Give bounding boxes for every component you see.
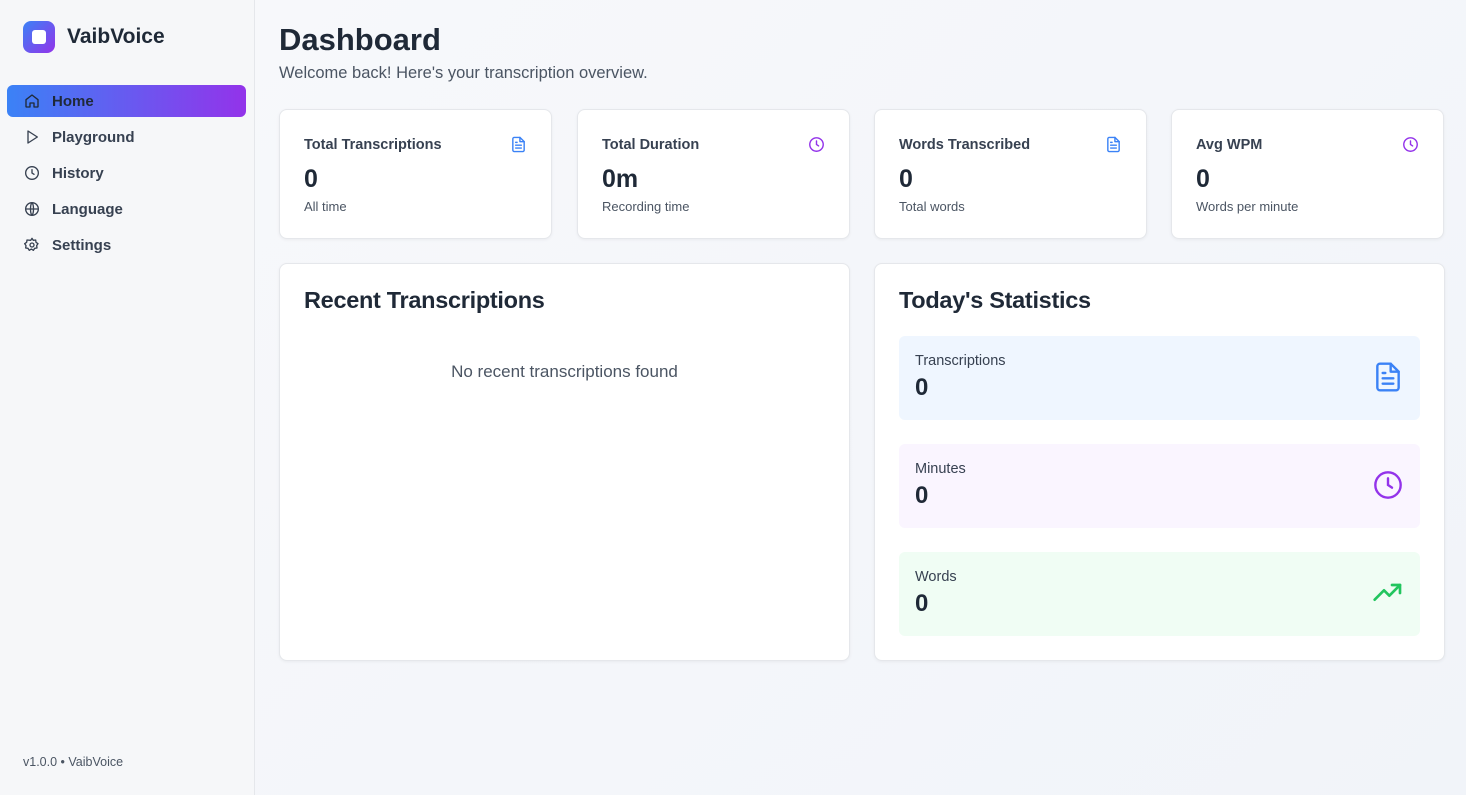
today-stat-label: Minutes (915, 461, 966, 477)
clock-icon (1402, 136, 1419, 153)
sidebar-item-label: Settings (52, 236, 112, 254)
clock-icon (1372, 469, 1404, 501)
stat-label: Words Transcribed (899, 137, 1031, 153)
globe-icon (23, 201, 40, 218)
today-transcriptions-box: Transcriptions 0 (899, 336, 1420, 420)
sidebar-item-history[interactable]: History (7, 157, 246, 189)
clock-icon (23, 165, 40, 182)
gear-icon (23, 237, 40, 254)
clock-icon (808, 136, 825, 153)
panel-title: Recent Transcriptions (304, 287, 545, 313)
today-statistics-panel: Today's Statistics Transcriptions 0 Minu… (874, 263, 1445, 661)
sidebar-item-settings[interactable]: Settings (7, 229, 246, 261)
play-icon (23, 129, 40, 146)
page-subtitle: Welcome back! Here's your transcription … (279, 64, 648, 82)
today-words-box: Words 0 (899, 552, 1420, 636)
sidebar-item-home[interactable]: Home (7, 85, 246, 117)
document-icon (510, 136, 527, 153)
sidebar-item-label: Playground (52, 128, 135, 146)
sidebar: VaibVoice Home Playground History Langua… (0, 0, 255, 795)
stat-card-total-transcriptions: Total Transcriptions 0 All time (279, 109, 552, 239)
stat-value: 0 (304, 165, 318, 193)
today-stat-label: Words (915, 569, 957, 585)
stat-sublabel: Words per minute (1196, 199, 1299, 214)
sidebar-nav: Home Playground History Language Setting… (7, 85, 246, 265)
trending-up-icon (1372, 577, 1404, 609)
sidebar-item-language[interactable]: Language (7, 193, 246, 225)
app-name: VaibVoice (67, 25, 165, 48)
stat-card-avg-wpm: Avg WPM 0 Words per minute (1171, 109, 1444, 239)
today-stat-value: 0 (915, 590, 929, 617)
brand: VaibVoice (23, 21, 165, 53)
stat-label: Total Duration (602, 137, 700, 153)
sidebar-item-playground[interactable]: Playground (7, 121, 246, 153)
stat-sublabel: Total words (899, 199, 965, 214)
stat-label: Avg WPM (1196, 137, 1263, 153)
document-icon (1372, 361, 1404, 393)
today-stat-value: 0 (915, 482, 929, 509)
home-icon (23, 93, 40, 110)
page-title: Dashboard (279, 22, 441, 57)
empty-state-message: No recent transcriptions found (451, 362, 678, 381)
app-logo-icon (23, 21, 55, 53)
stat-value: 0m (602, 165, 639, 193)
today-stat-label: Transcriptions (915, 353, 1006, 369)
panel-title: Today's Statistics (899, 287, 1091, 313)
main-content: Dashboard Welcome back! Here's your tran… (255, 0, 1466, 795)
document-icon (1105, 136, 1122, 153)
recent-transcriptions-panel: Recent Transcriptions No recent transcri… (279, 263, 850, 661)
stat-value: 0 (899, 165, 913, 193)
sidebar-item-label: Language (52, 200, 123, 218)
stat-value: 0 (1196, 165, 1210, 193)
stat-card-words-transcribed: Words Transcribed 0 Total words (874, 109, 1147, 239)
stat-sublabel: Recording time (602, 199, 690, 214)
stat-label: Total Transcriptions (304, 137, 442, 153)
today-minutes-box: Minutes 0 (899, 444, 1420, 528)
version-footer: v1.0.0 • VaibVoice (23, 755, 124, 769)
stat-card-total-duration: Total Duration 0m Recording time (577, 109, 850, 239)
stat-sublabel: All time (304, 199, 347, 214)
sidebar-item-label: History (52, 164, 104, 182)
today-stat-value: 0 (915, 374, 929, 401)
sidebar-item-label: Home (52, 92, 94, 110)
